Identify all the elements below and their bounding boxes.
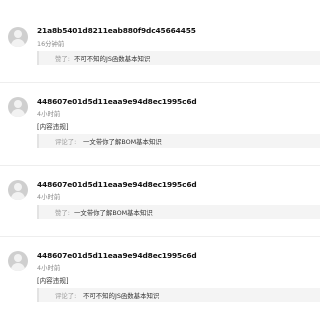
action-label: 赞了: bbox=[55, 55, 70, 63]
article-title-link[interactable]: 不可不知的JS函数基本知识 bbox=[74, 54, 150, 63]
article-title-link[interactable]: 不可不知的JS函数基本知识 bbox=[83, 291, 159, 300]
comment-text: [内容违规] bbox=[37, 277, 69, 285]
referenced-article[interactable]: 赞了: 一文带你了解BOM基本知识 bbox=[37, 205, 320, 219]
avatar[interactable] bbox=[8, 180, 28, 200]
divider bbox=[0, 165, 320, 166]
username[interactable]: 448607e01d5d11eaa9e94d8ec1995c6d bbox=[37, 180, 197, 189]
action-label: 评论了: bbox=[55, 292, 77, 300]
timestamp: 16分钟前 bbox=[37, 40, 65, 48]
timestamp: 4小时前 bbox=[37, 110, 61, 118]
comment-text: [内容违规] bbox=[37, 123, 69, 131]
timestamp: 4小时前 bbox=[37, 193, 61, 201]
timestamp: 4小时前 bbox=[37, 264, 61, 272]
referenced-article[interactable]: 赞了: 不可不知的JS函数基本知识 bbox=[37, 51, 320, 65]
username[interactable]: 21a8b5401d8211eab880f9dc45664455 bbox=[37, 26, 196, 35]
username[interactable]: 448607e01d5d11eaa9e94d8ec1995c6d bbox=[37, 251, 197, 260]
divider bbox=[0, 82, 320, 83]
activity-feed: 21a8b5401d8211eab880f9dc45664455 16分钟前 赞… bbox=[0, 0, 320, 320]
action-label: 赞了: bbox=[55, 209, 70, 217]
avatar[interactable] bbox=[8, 251, 28, 271]
divider bbox=[0, 236, 320, 237]
avatar[interactable] bbox=[8, 97, 28, 117]
username[interactable]: 448607e01d5d11eaa9e94d8ec1995c6d bbox=[37, 97, 197, 106]
referenced-article[interactable]: 评论了: 一文带你了解BOM基本知识 bbox=[37, 134, 320, 148]
article-title-link[interactable]: 一文带你了解BOM基本知识 bbox=[74, 208, 153, 217]
article-title-link[interactable]: 一文带你了解BOM基本知识 bbox=[83, 137, 162, 146]
action-label: 评论了: bbox=[55, 138, 77, 146]
avatar[interactable] bbox=[8, 27, 28, 47]
referenced-article[interactable]: 评论了: 不可不知的JS函数基本知识 bbox=[37, 288, 320, 302]
